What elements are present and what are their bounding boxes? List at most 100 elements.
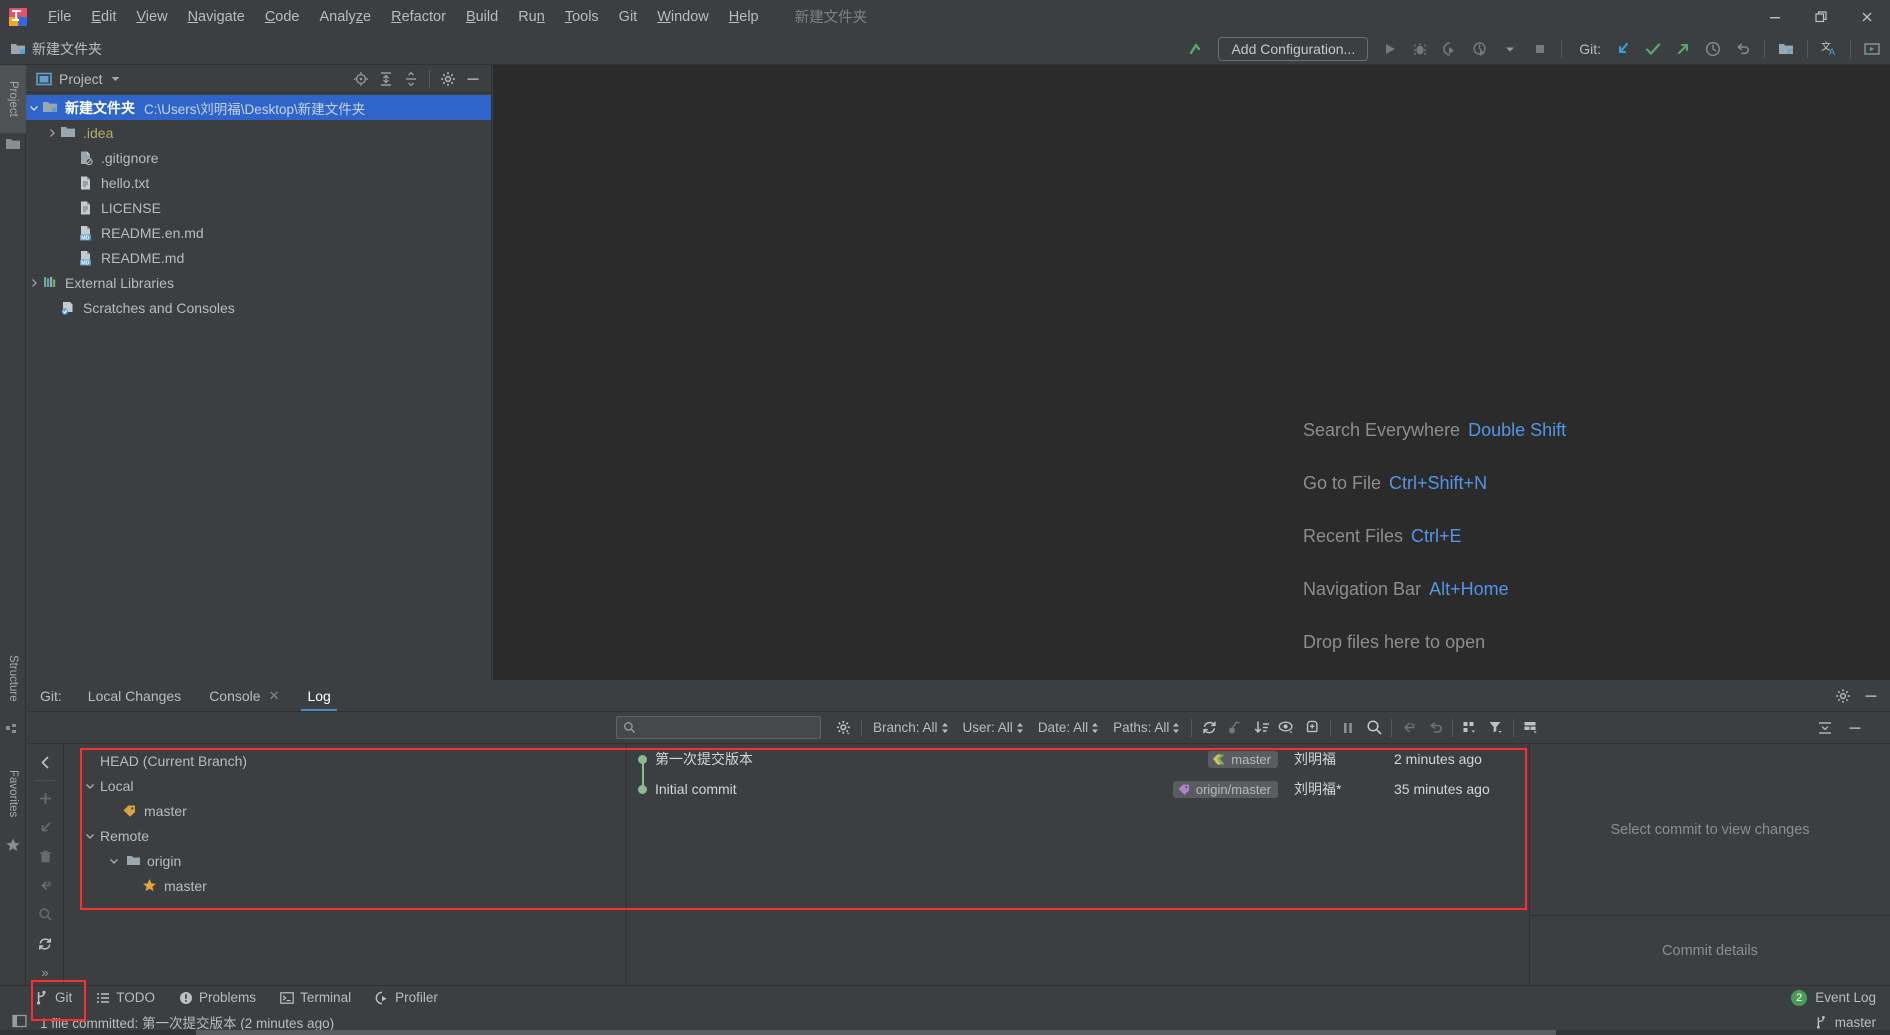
commit-ref-badge[interactable]: master <box>1208 750 1278 768</box>
merge-icon[interactable] <box>26 871 64 900</box>
go-to-child-icon[interactable] <box>1396 716 1422 740</box>
breadcrumb[interactable]: 新建文件夹 <box>10 39 102 59</box>
menu-window[interactable]: Window <box>647 5 719 29</box>
menu-tools[interactable]: Tools <box>555 5 609 29</box>
hide-icon[interactable] <box>461 68 485 90</box>
minimize-icon[interactable] <box>1752 0 1798 33</box>
expand-all-icon[interactable] <box>374 68 398 90</box>
commit-ref-badge[interactable]: origin/master <box>1172 780 1278 798</box>
tree-row-project-root[interactable]: 新建文件夹 C:\Users\刘明福\Desktop\新建文件夹 <box>26 95 491 120</box>
menu-navigate[interactable]: Navigate <box>178 5 255 29</box>
bottom-item-git[interactable]: Git <box>24 988 83 1007</box>
history-icon[interactable] <box>1699 36 1727 62</box>
tree-row-license[interactable]: LICENSE <box>26 195 491 220</box>
bottom-item-profiler[interactable]: Profiler <box>364 988 449 1007</box>
sort-icon[interactable] <box>1248 716 1274 740</box>
menu-file[interactable]: File <box>38 5 81 29</box>
group-by-icon[interactable] <box>1457 716 1483 740</box>
delete-icon[interactable] <box>26 842 64 871</box>
chevron-down-icon[interactable] <box>110 73 121 84</box>
tree-row-readme[interactable]: MD README.md <box>26 245 491 270</box>
commit-icon[interactable] <box>1639 36 1667 62</box>
menu-refactor[interactable]: Refactor <box>381 5 456 29</box>
status-branch-label[interactable]: master <box>1835 1015 1876 1030</box>
menu-edit[interactable]: Edit <box>81 5 126 29</box>
tree-row-external-libraries[interactable]: External Libraries <box>26 270 491 295</box>
settings-gear-icon[interactable] <box>1830 684 1856 708</box>
menu-view[interactable]: View <box>126 5 177 29</box>
update-project-green-icon[interactable] <box>1182 36 1210 62</box>
settings-gear-icon[interactable] <box>436 68 460 90</box>
tree-row-scratches[interactable]: Scratches and Consoles <box>26 295 491 320</box>
chevron-down-icon[interactable] <box>26 103 42 113</box>
stop-icon[interactable] <box>1526 36 1554 62</box>
pause-icon[interactable] <box>1335 716 1361 740</box>
show-details-icon[interactable] <box>1274 716 1300 740</box>
presentation-icon[interactable] <box>1858 36 1886 62</box>
filter-date[interactable]: Date: All <box>1031 720 1106 735</box>
debug-icon[interactable] <box>1406 36 1434 62</box>
cherry-pick-icon[interactable] <box>1222 716 1248 740</box>
chevron-right-icon[interactable] <box>44 128 60 138</box>
hide-panel-icon[interactable] <box>1842 716 1868 740</box>
filter-branch[interactable]: Branch: All <box>866 720 956 735</box>
menu-run[interactable]: Run <box>508 5 555 29</box>
event-log-label[interactable]: Event Log <box>1815 990 1876 1005</box>
collapse-icon[interactable] <box>1812 716 1838 740</box>
locate-icon[interactable] <box>349 68 373 90</box>
translate-icon[interactable]: 文 A <box>1815 36 1843 62</box>
menu-analyze[interactable]: Analyze <box>310 5 382 29</box>
more-icon[interactable]: » <box>26 958 64 987</box>
tree-row-gitignore[interactable]: .gitignore <box>26 145 491 170</box>
filter-icon[interactable] <box>1483 716 1509 740</box>
tab-local-changes[interactable]: Local Changes <box>74 680 195 711</box>
tree-row-idea[interactable]: .idea <box>26 120 491 145</box>
horizontal-scrollbar-track[interactable] <box>0 1030 1890 1035</box>
update-project-icon[interactable] <box>1609 36 1637 62</box>
bottom-item-terminal[interactable]: Terminal <box>269 988 362 1007</box>
table-row[interactable]: Initial commit origin/master 刘明福* 35 min… <box>627 774 1529 804</box>
tree-row-hello-txt[interactable]: hello.txt <box>26 170 491 195</box>
branch-row-origin[interactable]: origin <box>64 848 626 873</box>
collapse-all-icon[interactable] <box>399 68 423 90</box>
layout-icon[interactable] <box>1518 716 1544 740</box>
back-icon[interactable] <box>26 748 64 777</box>
branch-row-remote[interactable]: Remote <box>64 823 626 848</box>
log-settings-gear-icon[interactable] <box>831 716 857 740</box>
sidebar-item-project[interactable]: Project <box>0 65 26 133</box>
run-with-coverage-icon[interactable] <box>1436 36 1464 62</box>
branch-row-origin-master[interactable]: master <box>64 873 626 898</box>
close-icon[interactable]: ✕ <box>269 688 280 704</box>
add-icon[interactable] <box>26 784 64 813</box>
table-row[interactable]: 第一次提交版本 master 刘明福 2 minutes ago <box>627 744 1529 774</box>
branch-row-local-master[interactable]: master <box>64 798 626 823</box>
bottom-item-todo[interactable]: TODO <box>85 988 166 1007</box>
branch-row-head[interactable]: HEAD (Current Branch) <box>64 748 626 773</box>
close-icon[interactable] <box>1844 0 1890 33</box>
profile-icon[interactable] <box>1466 36 1494 62</box>
menu-help[interactable]: Help <box>719 5 769 29</box>
chevron-right-icon[interactable] <box>26 278 42 288</box>
filter-user[interactable]: User: All <box>956 720 1031 735</box>
horizontal-scrollbar-thumb[interactable] <box>196 1030 1556 1035</box>
tab-log[interactable]: Log <box>293 680 344 711</box>
status-window-icon[interactable] <box>12 1014 28 1029</box>
find-icon[interactable] <box>1361 716 1387 740</box>
checkout-icon[interactable] <box>26 813 64 842</box>
menu-build[interactable]: Build <box>456 5 508 29</box>
revert-icon[interactable] <box>1422 716 1448 740</box>
bottom-item-problems[interactable]: Problems <box>168 988 267 1007</box>
rollback-icon[interactable] <box>1729 36 1757 62</box>
menu-code[interactable]: Code <box>255 5 310 29</box>
sidebar-item-favorites[interactable]: Favorites <box>0 755 26 833</box>
restore-icon[interactable] <box>1798 0 1844 33</box>
refresh-icon[interactable] <box>26 929 64 958</box>
push-icon[interactable] <box>1669 36 1697 62</box>
search-icon[interactable] <box>26 900 64 929</box>
tree-row-readme-en[interactable]: MD README.en.md <box>26 220 491 245</box>
add-configuration-button[interactable]: Add Configuration... <box>1218 37 1369 61</box>
refresh-icon[interactable] <box>1196 716 1222 740</box>
sidebar-item-structure[interactable]: Structure <box>0 640 26 716</box>
run-icon[interactable] <box>1376 36 1404 62</box>
new-branch-icon[interactable] <box>1300 716 1326 740</box>
